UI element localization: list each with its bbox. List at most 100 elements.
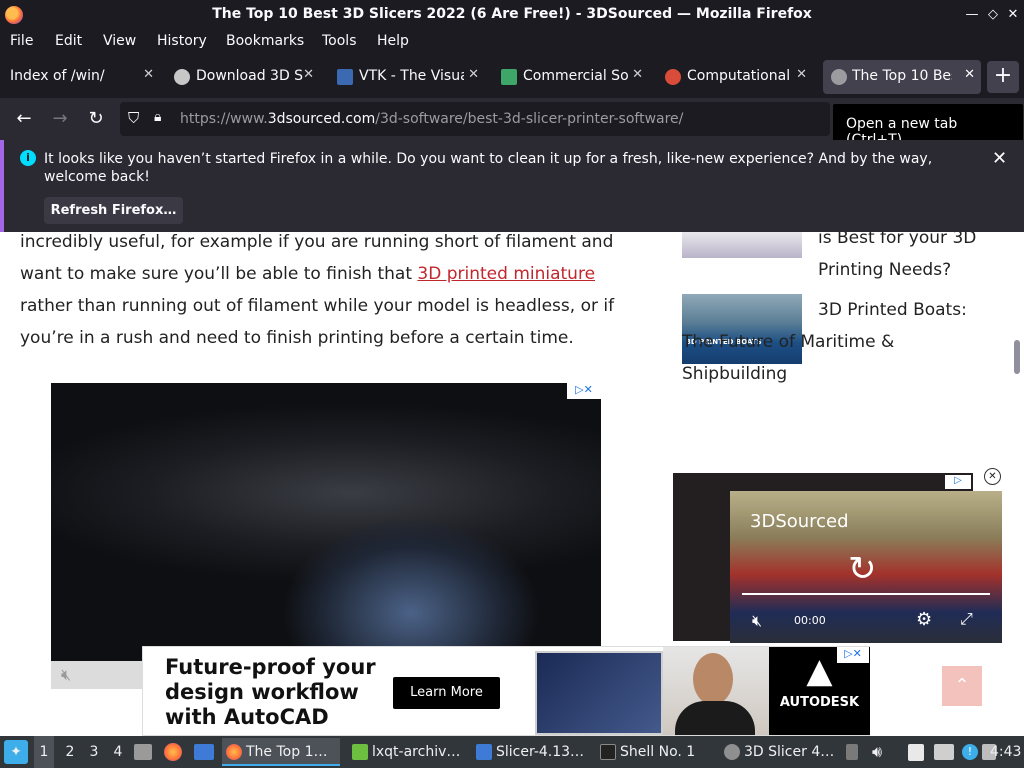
video-ad[interactable]: ▷✕ 🔇︎ — [51, 383, 601, 689]
tab-index-win[interactable]: Index of /win/ ✕ — [0, 60, 160, 94]
menu-view[interactable]: View — [103, 33, 136, 49]
storage-icon[interactable] — [846, 744, 858, 760]
taskbar-app-3d-slicer[interactable]: 3D Slicer 4… — [720, 738, 840, 766]
sidebar-item-1-title[interactable]: is Best for your 3D Printing Needs? — [818, 232, 998, 286]
taskbar-app-archiver[interactable]: lxqt-archiv… — [348, 738, 464, 766]
tab-bar: Index of /win/ ✕ Download 3D Slicer ✕ VT… — [0, 56, 1024, 98]
adchoices-icon[interactable]: ▷✕ — [837, 647, 869, 663]
replay-icon[interactable]: ↻ — [848, 549, 877, 589]
desktop-4[interactable]: 4 — [108, 736, 128, 768]
menu-bar: File Edit View History Bookmarks Tools H… — [0, 30, 1024, 56]
menu-edit[interactable]: Edit — [55, 33, 82, 49]
close-window-icon[interactable]: ✕ — [1003, 5, 1023, 25]
progress-bar[interactable] — [742, 593, 990, 595]
reload-icon[interactable]: ↻ — [84, 107, 108, 131]
file-manager-icon[interactable] — [134, 744, 152, 760]
globe-icon — [174, 69, 190, 85]
3dsourced-icon — [831, 69, 847, 85]
keyboard-icon[interactable] — [934, 744, 954, 760]
close-ad-icon[interactable]: ✕ — [984, 468, 1001, 485]
forward-icon[interactable]: → — [48, 107, 72, 131]
close-tab-icon[interactable]: ✕ — [796, 67, 807, 82]
sidebar-item-2-title[interactable]: 3D Printed Boats: The Future of Maritime… — [682, 294, 972, 390]
autocad-banner-ad[interactable]: Future-proof your design workflow with A… — [142, 646, 870, 736]
taskbar-app-label: Slicer-4.13… — [496, 744, 585, 760]
kitware-icon — [501, 69, 517, 85]
start-menu-icon[interactable]: ✦ — [4, 740, 28, 764]
new-tab-button[interactable]: + — [987, 61, 1019, 93]
tab-download-3d-slicer[interactable]: Download 3D Slicer ✕ — [174, 60, 320, 94]
scroll-to-top-button[interactable]: ⌃ — [942, 666, 982, 706]
terminal-icon — [600, 744, 616, 760]
menu-tools[interactable]: Tools — [322, 33, 357, 49]
player-time: 00:00 — [794, 614, 826, 627]
taskbar-app-slicer-folder[interactable]: Slicer-4.13… — [472, 738, 588, 766]
taskbar-app-firefox[interactable]: The Top 1… — [222, 738, 340, 766]
tab-label: Index of /win/ — [10, 68, 105, 84]
article-text: rather than running out of filament whil… — [20, 296, 615, 348]
tab-commercial-solutions[interactable]: Commercial Solutions ✕ — [501, 60, 649, 94]
tab-top-10-slicers[interactable]: The Top 10 Best 3D Slicers ✕ — [823, 60, 981, 94]
window-title: The Top 10 Best 3D Slicers 2022 (6 Are F… — [212, 6, 812, 22]
adchoices-icon[interactable]: ▷ — [945, 475, 971, 489]
tab-vtk[interactable]: VTK - The Visualization ✕ — [337, 60, 485, 94]
folder-icon — [476, 744, 492, 760]
sidebar-thumb-filament[interactable] — [682, 232, 802, 258]
window-titlebar: The Top 10 Best 3D Slicers 2022 (6 Are F… — [0, 0, 1024, 30]
url-bar[interactable]: ⛉ 🔒︎ https://www.3dsourced.com/3d-softwa… — [120, 102, 830, 136]
tab-computational-modeling[interactable]: Computational Modeling ✕ — [665, 60, 813, 94]
adchoices-icon[interactable]: ▷✕ — [567, 383, 601, 399]
lock-icon[interactable]: 🔒︎ — [154, 109, 161, 125]
learn-more-button[interactable]: Learn More — [393, 677, 500, 709]
notification-icon[interactable]: ! — [962, 744, 978, 760]
url-text[interactable]: https://www.3dsourced.com/3d-software/be… — [180, 111, 683, 127]
close-tab-icon[interactable]: ✕ — [468, 67, 479, 82]
minimize-icon[interactable]: — — [962, 5, 982, 25]
ad-screen-image — [535, 651, 663, 735]
new-tab-tooltip: Open a new tab (Ctrl+T) — [833, 104, 1023, 148]
taskbar: ✦ 1 2 3 4 The Top 1… lxqt-archiv… Slicer… — [0, 736, 1024, 768]
maximize-icon[interactable]: ◇ — [983, 5, 1003, 25]
menu-history[interactable]: History — [157, 33, 207, 49]
miniature-link[interactable]: 3D printed miniature — [417, 264, 595, 284]
firefox-icon — [226, 744, 242, 760]
volume-icon[interactable]: 🔊︎ — [872, 736, 882, 768]
taskbar-app-label: 3D Slicer 4… — [744, 744, 835, 760]
desktop-3[interactable]: 3 — [84, 736, 104, 768]
taskbar-app-label: The Top 1… — [246, 744, 328, 760]
tab-label: Download 3D Slicer — [196, 68, 304, 84]
mute-icon[interactable]: 🔇︎ — [752, 611, 762, 631]
settings-icon[interactable]: ⚙ — [916, 609, 932, 630]
mute-icon[interactable]: 🔇︎ — [61, 665, 71, 685]
close-notification-icon[interactable]: ✕ — [992, 148, 1007, 169]
taskbar-app-label: Shell No. 1 — [620, 744, 696, 760]
ad-person-image — [663, 647, 769, 735]
fullscreen-icon[interactable]: ⤢ — [960, 609, 973, 629]
desktop-1[interactable]: 1 — [34, 736, 54, 768]
clipboard-icon[interactable] — [908, 744, 924, 761]
shield-icon[interactable]: ⛉ — [128, 109, 139, 127]
close-tab-icon[interactable]: ✕ — [632, 67, 643, 82]
refresh-firefox-button[interactable]: Refresh Firefox… — [44, 197, 183, 224]
close-tab-icon[interactable]: ✕ — [143, 67, 154, 82]
menu-bookmarks[interactable]: Bookmarks — [226, 33, 304, 49]
notification-message: It looks like you haven’t started Firefo… — [44, 151, 933, 185]
taskbar-app-shell[interactable]: Shell No. 1 — [596, 738, 712, 766]
site-icon — [665, 69, 681, 85]
menu-file[interactable]: File — [10, 33, 33, 49]
desktop-2[interactable]: 2 — [60, 736, 80, 768]
taskbar-app-label: lxqt-archiv… — [372, 744, 461, 760]
page-content: incredibly useful, for example if you ar… — [0, 232, 1024, 736]
back-icon[interactable]: ← — [12, 107, 36, 131]
info-icon: i — [20, 150, 36, 166]
menu-help[interactable]: Help — [377, 33, 409, 49]
clock[interactable]: 4:43 — [990, 736, 1021, 768]
close-tab-icon[interactable]: ✕ — [964, 67, 975, 82]
close-tab-icon[interactable]: ✕ — [303, 67, 314, 82]
refresh-notification: i It looks like you haven’t started Fire… — [0, 140, 1024, 232]
page-scrollbar[interactable] — [1014, 340, 1020, 374]
tab-label: Computational Modeling — [687, 68, 792, 84]
firefox-launcher-icon[interactable] — [164, 743, 182, 761]
floating-video-player[interactable]: 3DSourced ↻ 🔇︎ 00:00 ⚙ ⤢ — [730, 491, 1002, 643]
desktop-icon[interactable] — [194, 744, 214, 760]
